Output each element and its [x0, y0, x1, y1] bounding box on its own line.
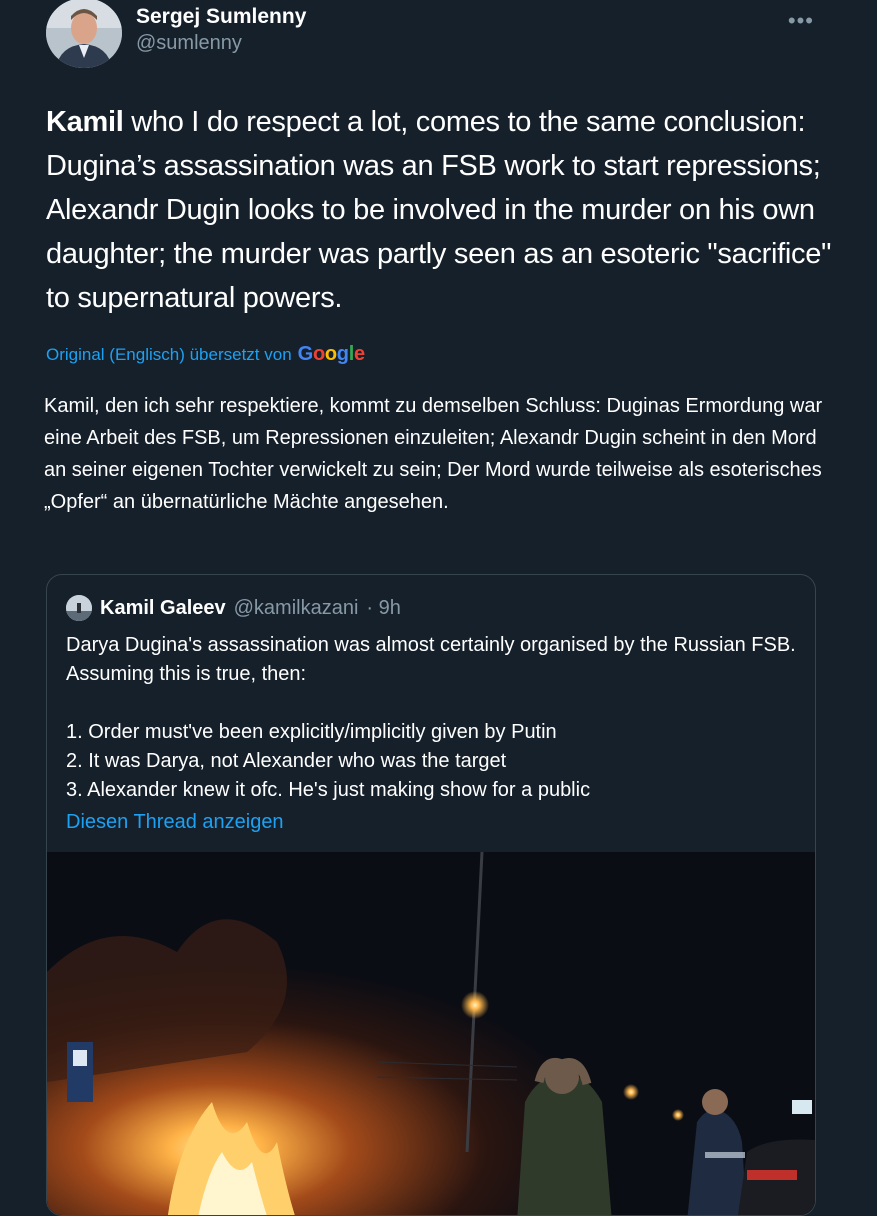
- quoted-author-handle: @kamilkazani: [233, 596, 359, 619]
- quoted-tweet-header: Kamil Galeev @kamilkazani · 9h: [66, 595, 401, 621]
- quoted-tweet-point: 2. It was Darya, not Alexander who was t…: [66, 750, 507, 772]
- tweet-text-body: who I do respect a lot, comes to the sam…: [46, 106, 832, 314]
- mention-kamil: Kamil: [46, 106, 124, 138]
- author-avatar[interactable]: [46, 0, 122, 68]
- google-logo: Google: [297, 343, 365, 365]
- translation-attribution[interactable]: Original (Englisch) übersetzt von Google: [46, 343, 365, 366]
- quoted-author-display-name: Kamil Galeev: [100, 596, 226, 619]
- translated-text: Kamil, den ich sehr respektiere, kommt z…: [44, 395, 823, 513]
- tweet-text: Kamil who I do respect a lot, comes to t…: [46, 100, 836, 320]
- tweet-header: Sergej Sumlenny @sumlenny •••: [46, 0, 846, 80]
- quoted-tweet[interactable]: Kamil Galeev @kamilkazani · 9h Darya Dug…: [46, 574, 816, 1216]
- more-horizontal-icon[interactable]: •••: [788, 8, 814, 34]
- quoted-tweet-point: 1. Order must've been explicitly/implici…: [66, 721, 557, 743]
- show-thread-link[interactable]: Diesen Thread anzeigen: [66, 811, 284, 834]
- quoted-tweet-intro: Darya Dugina's assassination was almost …: [66, 634, 796, 685]
- quoted-author-avatar: [66, 595, 92, 621]
- quoted-tweet-video-thumbnail[interactable]: [47, 851, 815, 1215]
- author-handle[interactable]: @sumlenny: [136, 30, 306, 56]
- quoted-tweet-text: Darya Dugina's assassination was almost …: [66, 631, 806, 805]
- translation-attribution-label: Original (Englisch) übersetzt von: [46, 344, 292, 364]
- quoted-tweet-point: 3. Alexander knew it ofc. He's just maki…: [66, 779, 591, 801]
- author-display-name[interactable]: Sergej Sumlenny: [136, 4, 306, 30]
- quoted-tweet-time: · 9h: [366, 596, 401, 619]
